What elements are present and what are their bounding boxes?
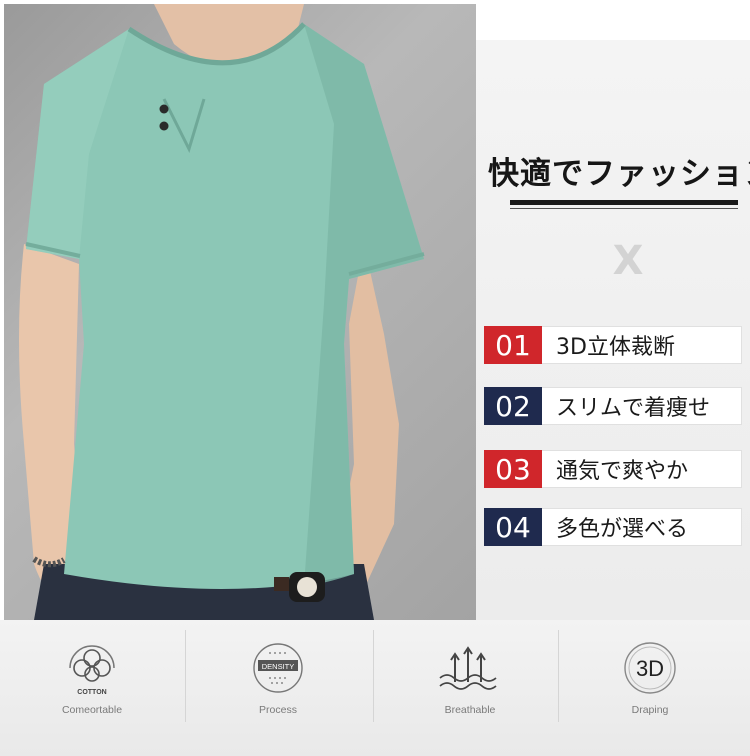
feature-number: 02: [484, 387, 542, 425]
x-mark: X: [612, 238, 644, 284]
feature-item-02: 02 スリムで着痩せ: [484, 387, 742, 425]
3d-icon-text: 3D: [636, 656, 664, 681]
cotton-feature: COTTON Comeortable: [32, 638, 152, 756]
divider: [373, 630, 374, 722]
density-feature: DENSITY Process: [218, 638, 338, 756]
feature-text: 3D立体裁断: [542, 326, 742, 364]
feature-text: 多色が選べる: [542, 508, 742, 546]
feature-number: 04: [484, 508, 542, 546]
cotton-label: Comeortable: [61, 704, 123, 716]
feature-number: 01: [484, 326, 542, 364]
cotton-icon-text: COTTON: [77, 689, 106, 696]
density-label: Process: [259, 704, 297, 716]
headline-underline: [510, 200, 738, 205]
breathable-icon: [439, 646, 497, 690]
feature-item-04: 04 多色が選べる: [484, 508, 742, 546]
breathable-feature: Breathable: [410, 638, 530, 756]
cotton-icon: COTTON: [69, 645, 115, 696]
draping-feature: 3D Draping: [590, 638, 710, 756]
feature-number: 03: [484, 450, 542, 488]
feature-text: スリムで着痩せ: [542, 387, 742, 425]
draping-label: Draping: [631, 704, 669, 716]
product-photo: [4, 4, 476, 620]
divider: [185, 630, 186, 722]
divider: [558, 630, 559, 722]
3d-icon: 3D: [624, 642, 676, 694]
feature-item-01: 01 3D立体裁断: [484, 326, 742, 364]
feature-item-03: 03 通気で爽やか: [484, 450, 742, 488]
breathable-label: Breathable: [444, 704, 496, 716]
density-icon-text: DENSITY: [262, 662, 295, 671]
headline-underline-thin: [510, 208, 738, 209]
model-tshirt-illustration: [19, 4, 425, 620]
density-icon: DENSITY: [253, 643, 303, 693]
feature-text: 通気で爽やか: [542, 450, 742, 488]
headline: 快適でファッション: [488, 156, 750, 192]
